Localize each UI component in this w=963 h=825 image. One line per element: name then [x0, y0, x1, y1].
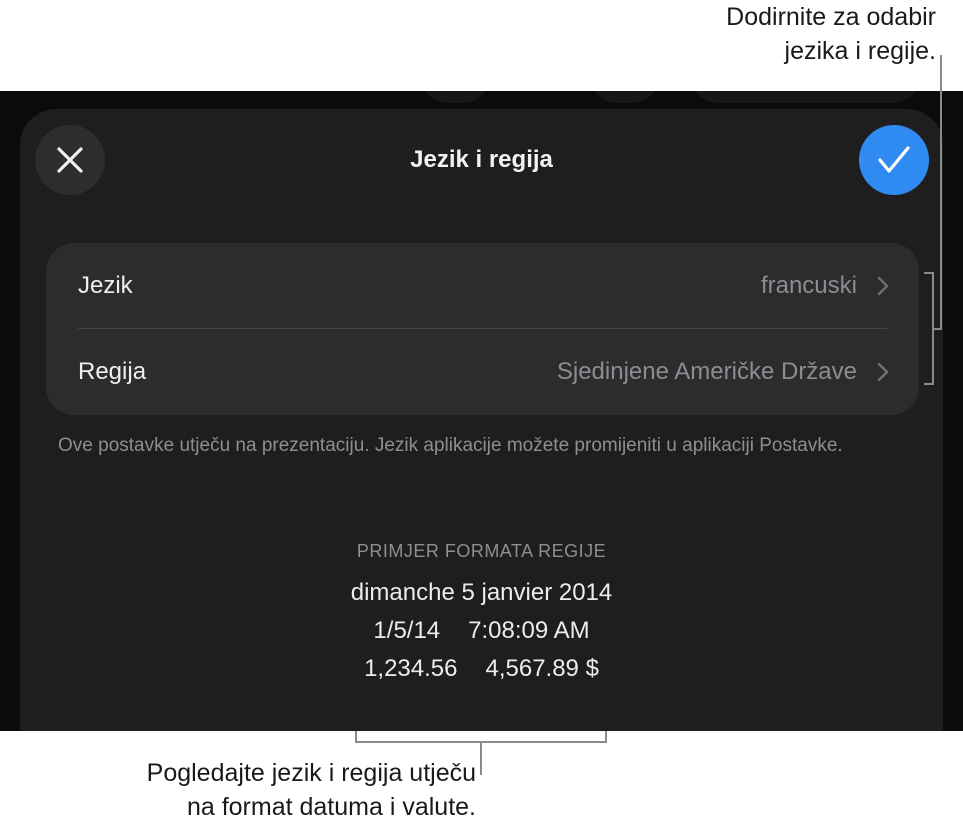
callout-bracket — [605, 731, 607, 743]
background-control — [590, 91, 660, 103]
callout-bracket — [924, 272, 934, 274]
sample-date-short: 1/5/14 — [373, 617, 441, 644]
confirm-button[interactable] — [859, 125, 929, 195]
screenshot-area: Jezik i regija Jezik francuski Regija Sj… — [0, 91, 963, 731]
chevron-right-icon — [877, 362, 889, 382]
callout-bottom-line2: na format datuma i valute. — [186, 793, 476, 821]
callout-top-line2: jezika i regije. — [784, 37, 936, 65]
background-control — [690, 91, 920, 103]
sample-numbers: 1,234.56 4,567.89 $ — [20, 655, 943, 683]
callout-leader-line — [480, 741, 482, 775]
region-label: Regija — [78, 358, 147, 385]
settings-group: Jezik francuski Regija Sjedinjene Američ… — [46, 243, 919, 415]
sheet-title: Jezik i regija — [410, 146, 553, 173]
sample-header: PRIMJER FORMATA REGIJE — [356, 541, 607, 561]
sample-date-long: dimanche 5 janvier 2014 — [350, 579, 613, 606]
language-row[interactable]: Jezik francuski — [46, 243, 919, 329]
callout-top-line1: Dodirnite za odabir — [726, 3, 936, 31]
checkmark-icon — [878, 146, 910, 173]
callout-format-preview: Pogledajte jezik i regija utječu na form… — [147, 756, 476, 824]
settings-note: Ove postavke utječu na prezentaciju. Jez… — [58, 435, 843, 456]
sample-date-time: 1/5/14 7:08:09 AM — [20, 617, 943, 645]
language-label: Jezik — [78, 272, 133, 299]
callout-bracket — [932, 328, 942, 330]
language-value: francuski — [760, 272, 857, 299]
region-row[interactable]: Regija Sjedinjene Američke Države — [46, 329, 919, 415]
language-region-sheet: Jezik i regija Jezik francuski Regija Sj… — [20, 109, 943, 731]
callout-leader-line — [940, 55, 942, 330]
callout-bracket — [355, 731, 357, 743]
chevron-right-icon — [877, 276, 889, 296]
sample-currency: 4,567.89 $ — [485, 655, 599, 682]
callout-select-language-region: Dodirnite za odabir jezika i regije. — [726, 0, 936, 68]
background-control — [420, 91, 490, 103]
callout-bracket — [924, 383, 934, 385]
callout-bottom-line1: Pogledajte jezik i regija utječu — [146, 759, 476, 787]
sample-time: 7:08:09 AM — [468, 617, 590, 644]
sample-number: 1,234.56 — [364, 655, 458, 682]
region-value: Sjedinjene Američke Države — [556, 358, 857, 385]
